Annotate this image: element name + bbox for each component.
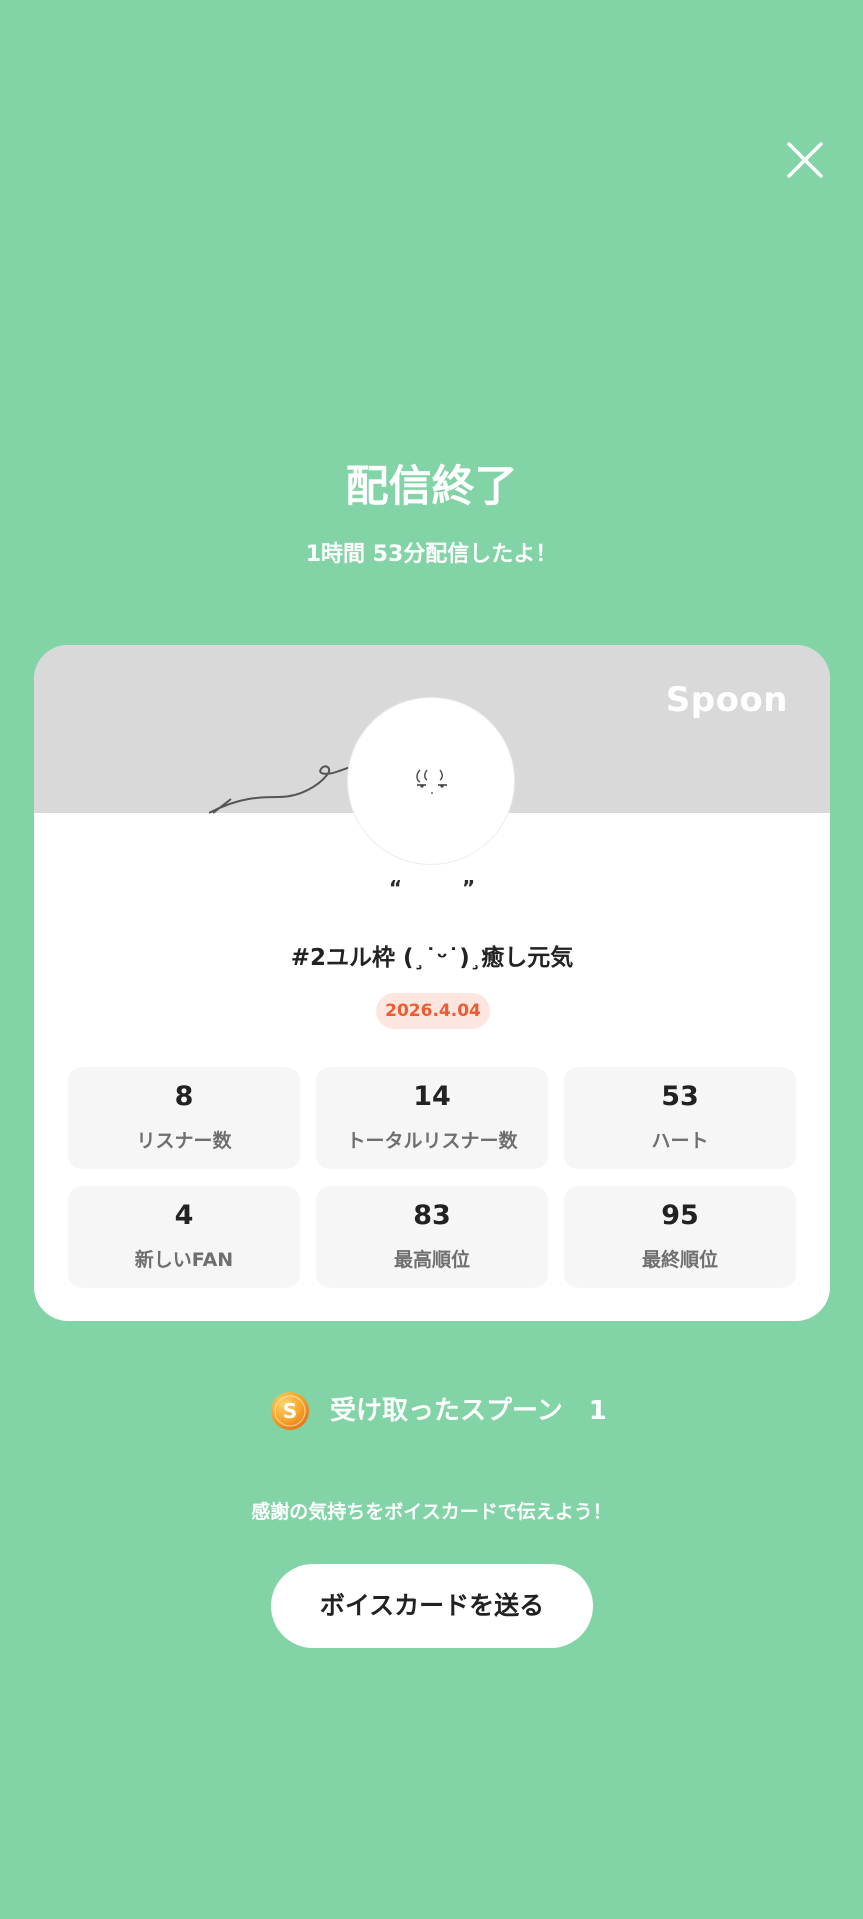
page-title: 配信終了 [345, 462, 518, 512]
stat-label: 新しいFAN [134, 1249, 234, 1271]
live-title: #2ユル枠 (¸˙ᵕ˙)¸癒し元気 [290, 945, 574, 971]
close-button[interactable] [781, 136, 829, 184]
stat-label: トータルリスナー数 [346, 1130, 518, 1152]
stat-label: ハート [651, 1130, 709, 1152]
spoon-coin-icon: S [271, 1392, 309, 1430]
stat-value: 14 [413, 1081, 451, 1112]
stat-value: 53 [661, 1081, 699, 1112]
avatar [347, 697, 515, 865]
stat-listeners: 8 リスナー数 [68, 1067, 300, 1169]
svg-text:S: S [283, 1399, 297, 1423]
send-voice-card-button[interactable]: ボイスカードを送る [271, 1564, 593, 1648]
voice-card-prompt: 感謝の気持ちをボイスカードで伝えよう！ [251, 1501, 612, 1523]
stat-value: 4 [174, 1200, 194, 1231]
stat-value: 8 [174, 1081, 194, 1112]
broadcast-duration: 1時間 53分配信したよ！ [305, 542, 558, 567]
date-badge: 2026.4.04 [376, 993, 490, 1029]
stat-label: リスナー数 [136, 1130, 232, 1152]
stat-highest-rank: 83 最高順位 [316, 1186, 548, 1288]
close-icon [787, 142, 823, 178]
broadcast-end-screen: 配信終了 1時間 53分配信したよ！ Spoon “ ” #2ユル枠 (¸˙ᵕ˙… [0, 0, 863, 1919]
stat-total-listeners: 14 トータルリスナー数 [316, 1067, 548, 1169]
spoon-logo: Spoon [665, 680, 788, 720]
stat-value: 83 [413, 1200, 451, 1231]
stat-hearts: 53 ハート [564, 1067, 796, 1169]
doodle-decoration [209, 763, 364, 814]
stat-new-fans: 4 新しいFAN [68, 1186, 300, 1288]
stat-label: 最高順位 [393, 1249, 470, 1271]
stat-label: 最終順位 [641, 1249, 718, 1271]
avatar-face-icon [416, 769, 447, 794]
stat-value: 95 [661, 1200, 699, 1231]
dj-nickname: “ ” [388, 876, 476, 900]
broadcast-summary-card: Spoon “ ” #2ユル枠 (¸˙ᵕ˙)¸癒し元気 2026.4.04 8 [34, 645, 830, 1321]
received-spoons-label: 受け取ったスプーン 1 [330, 1396, 607, 1426]
received-spoons-row: S 受け取ったスプーン 1 [0, 1388, 863, 1434]
stat-final-rank: 95 最終順位 [564, 1186, 796, 1288]
